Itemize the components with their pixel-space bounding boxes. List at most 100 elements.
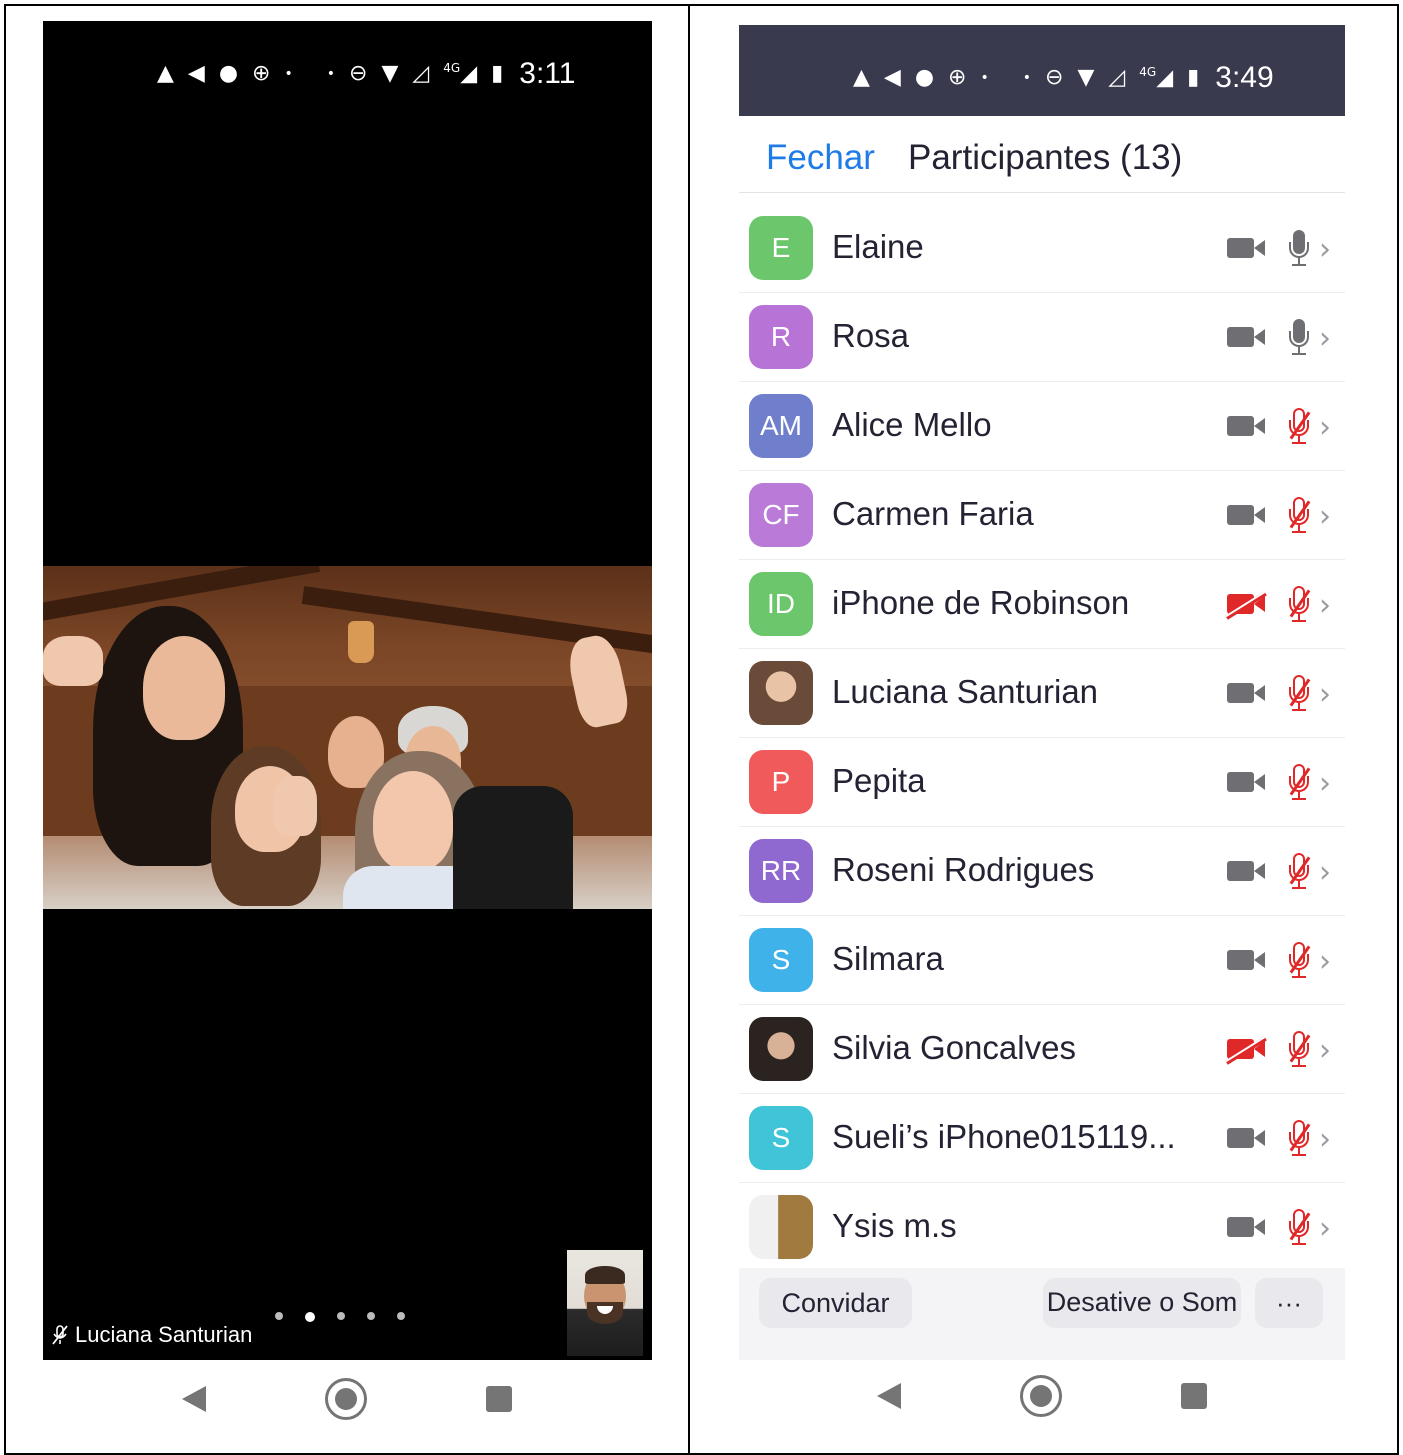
status-time: 3:49 — [1215, 61, 1274, 94]
participant-name: Pepita — [832, 762, 926, 799]
chevron-right-icon[interactable]: › — [1319, 1211, 1331, 1246]
avatar-initials: AM — [760, 410, 802, 441]
participant-avatar — [749, 1017, 813, 1081]
mic-muted-icon — [1288, 675, 1311, 713]
avatar-initials: RR — [760, 855, 802, 886]
more-options-button[interactable]: ··· — [1255, 1278, 1323, 1328]
chevron-right-icon[interactable]: › — [1319, 766, 1331, 801]
close-button[interactable]: Fechar — [766, 138, 875, 178]
participant-row[interactable]: Luciana Santurian › — [739, 649, 1345, 738]
chevron-right-icon[interactable]: › — [1319, 944, 1331, 979]
signal-icon: ◿ — [412, 61, 430, 86]
video-camera-icon — [1227, 505, 1265, 525]
wifi-icon: ▼ — [381, 61, 399, 86]
recents-icon[interactable] — [486, 1386, 512, 1412]
dnd-icon: ⊖ — [1045, 65, 1064, 90]
mute-all-button[interactable]: Desative o Som de todos — [1043, 1278, 1241, 1328]
participant-avatar: CF — [749, 483, 813, 547]
mic-muted-icon — [1288, 586, 1311, 624]
participant-name: Silmara — [832, 940, 944, 977]
participant-row[interactable]: S Silmara › — [739, 916, 1345, 1005]
avatar-initials: ID — [767, 588, 795, 619]
home-icon[interactable] — [325, 1378, 367, 1420]
mic-muted-icon — [1288, 1120, 1311, 1158]
dnd-icon: ⊖ — [349, 61, 368, 86]
participant-row[interactable]: P Pepita › — [739, 738, 1345, 827]
signal-4g-icon: 4G◢ — [443, 61, 478, 87]
participant-row[interactable]: Silvia Goncalves › — [739, 1005, 1345, 1094]
participant-avatar: RR — [749, 839, 813, 903]
participant-name: Carmen Faria — [832, 495, 1034, 532]
chevron-right-icon[interactable]: › — [1319, 855, 1331, 890]
page-dot[interactable] — [275, 1312, 283, 1320]
recents-icon[interactable] — [1181, 1383, 1207, 1409]
chevron-right-icon[interactable]: › — [1319, 1122, 1331, 1157]
invite-button[interactable]: Convidar — [759, 1278, 912, 1328]
mic-muted-icon — [1288, 1031, 1311, 1069]
mic-muted-icon — [1288, 764, 1311, 802]
alert-icon: ▲ — [157, 61, 174, 86]
video-camera-icon — [1227, 327, 1265, 347]
participant-row[interactable]: S Sueli’s iPhone015119... › — [739, 1094, 1345, 1183]
mic-muted-icon — [1288, 497, 1311, 535]
globe-icon: ⊕ — [252, 61, 271, 86]
chevron-right-icon[interactable]: › — [1319, 1033, 1331, 1068]
mic-muted-icon — [1288, 408, 1311, 446]
participant-avatar: P — [749, 750, 813, 814]
participant-avatar: S — [749, 928, 813, 992]
page-dot[interactable] — [397, 1312, 405, 1320]
participants-screen: ▲ ◀ ● ⊕ • • ⊖ ▼ ◿ 4G◢ ▮ 3:49 Fechar Part… — [739, 25, 1345, 1360]
facebook-icon: ● — [914, 65, 935, 90]
page-title: Participantes (13) — [908, 138, 1183, 177]
page-dot-active[interactable] — [305, 1312, 315, 1322]
dot-icon: • — [980, 70, 989, 86]
back-icon[interactable] — [877, 1383, 901, 1409]
participant-row[interactable]: CF Carmen Faria › — [739, 471, 1345, 560]
participants-toolbar: Convidar Desative o Som de todos ··· — [739, 1268, 1345, 1360]
waving-hand — [43, 636, 103, 686]
avatar-initials: R — [770, 321, 792, 352]
avatar-initials: S — [771, 1122, 791, 1153]
self-video-thumbnail[interactable] — [567, 1250, 643, 1356]
chevron-right-icon[interactable]: › — [1319, 588, 1331, 623]
participant-name: Alice Mello — [832, 406, 992, 443]
globe-icon: ⊕ — [948, 65, 967, 90]
video-camera-icon — [1227, 238, 1265, 258]
mic-muted-icon — [51, 1324, 69, 1346]
telegram-icon: ◀ — [187, 61, 205, 86]
microphone-icon — [1288, 319, 1310, 357]
participant-name: Luciana Santurian — [832, 673, 1099, 710]
dot-icon: • — [1022, 70, 1032, 86]
back-icon[interactable] — [182, 1386, 206, 1412]
page-dot[interactable] — [367, 1312, 375, 1320]
microphone-icon — [1288, 230, 1310, 268]
participant-avatar: R — [749, 305, 813, 369]
android-nav-bar-right — [877, 1375, 1207, 1417]
chevron-right-icon[interactable]: › — [1319, 410, 1331, 445]
meeting-video-screen: ▲ ◀ ● ⊕ • • ⊖ ▼ ◿ 4G◢ ▮ 3:11 Luciana San… — [43, 21, 652, 1360]
participant-name: Rosa — [832, 317, 910, 354]
status-bar-left: ▲ ◀ ● ⊕ • • ⊖ ▼ ◿ 4G◢ ▮ 3:11 — [157, 57, 575, 91]
chevron-right-icon[interactable]: › — [1319, 321, 1331, 356]
chevron-right-icon[interactable]: › — [1319, 232, 1331, 267]
participant-row[interactable]: Ysis m.s › — [739, 1183, 1345, 1271]
participant-row[interactable]: R Rosa › — [739, 293, 1345, 382]
page-dot[interactable] — [337, 1312, 345, 1320]
wifi-icon: ▼ — [1077, 65, 1095, 90]
participant-avatar — [749, 661, 813, 725]
participant-row[interactable]: RR Roseni Rodrigues › — [739, 827, 1345, 916]
participant-name: Roseni Rodrigues — [832, 851, 1095, 888]
participant-row[interactable]: ID iPhone de Robinson › — [739, 560, 1345, 649]
chevron-right-icon[interactable]: › — [1319, 677, 1331, 712]
telegram-icon: ◀ — [883, 65, 901, 90]
chevron-right-icon[interactable]: › — [1319, 499, 1331, 534]
active-speaker-label: Luciana Santurian — [51, 1322, 252, 1348]
self-hair — [585, 1266, 625, 1284]
page-indicator[interactable] — [275, 1312, 405, 1322]
participant-row[interactable]: AM Alice Mello › — [739, 382, 1345, 471]
participant-row[interactable]: E Elaine › — [739, 204, 1345, 293]
dot-icon: • — [326, 66, 336, 82]
video-camera-icon — [1227, 416, 1265, 436]
active-speaker-video[interactable] — [43, 566, 652, 909]
home-icon[interactable] — [1020, 1375, 1062, 1417]
